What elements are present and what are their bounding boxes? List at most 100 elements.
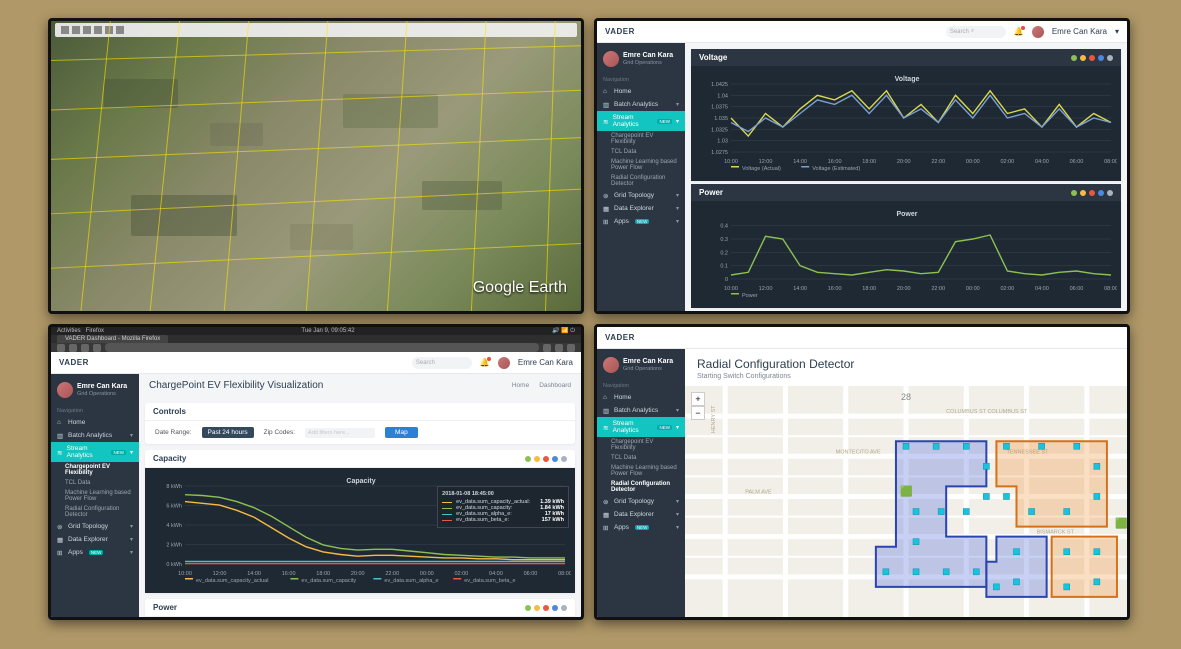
username[interactable]: Emre Can Kara bbox=[518, 358, 573, 367]
controls-title: Controls bbox=[153, 407, 186, 416]
grid-node[interactable] bbox=[938, 509, 944, 515]
search-input[interactable]: Search⌕ bbox=[946, 26, 1006, 38]
zip-input[interactable]: Add filters here... bbox=[305, 428, 375, 438]
avatar[interactable] bbox=[498, 357, 510, 369]
sidebar-item-batch[interactable]: ▥Batch Analytics▾ bbox=[597, 98, 685, 111]
sidebar-item-topology[interactable]: ⊚Grid Topology▾ bbox=[597, 495, 685, 508]
sidebar-item-apps[interactable]: ⊞Apps NEW▾ bbox=[51, 546, 139, 559]
breadcrumb[interactable]: Home bbox=[512, 382, 529, 389]
sidebar-item-batch[interactable]: ▥Batch Analytics▾ bbox=[597, 404, 685, 417]
grid-node[interactable] bbox=[1039, 443, 1045, 449]
grid-node[interactable] bbox=[1064, 549, 1070, 555]
sidebar-sub-radial[interactable]: Radial Configuration Detector bbox=[51, 504, 139, 520]
gnome-top-bar[interactable]: Activities Firefox Tue Jan 9, 09:05:42 🔊… bbox=[51, 327, 581, 335]
grid-node[interactable] bbox=[1064, 509, 1070, 515]
sidebar-item-batch[interactable]: ▥Batch Analytics▾ bbox=[51, 429, 139, 442]
grid-node[interactable] bbox=[963, 509, 969, 515]
sidebar-sub-tcl[interactable]: TCL Data bbox=[597, 453, 685, 463]
grid-node[interactable] bbox=[1013, 549, 1019, 555]
sidebar-sub-ml[interactable]: Machine Learning based Power Flow bbox=[597, 157, 685, 173]
sidebar-item-stream[interactable]: ≋Stream Analytics NEW▾ bbox=[597, 111, 685, 131]
grid-node[interactable] bbox=[1074, 443, 1080, 449]
grid-node[interactable] bbox=[973, 569, 979, 575]
zoom-in-button[interactable]: + bbox=[691, 392, 705, 406]
grid-node[interactable] bbox=[1064, 584, 1070, 590]
zoom-out-button[interactable]: − bbox=[691, 406, 705, 420]
bell-icon[interactable]: 🔔 bbox=[1014, 27, 1024, 37]
avatar[interactable] bbox=[1032, 26, 1044, 38]
address-bar[interactable] bbox=[105, 343, 539, 352]
sidebar-sub-chargepoint[interactable]: Chargepoint EV Flexibility bbox=[51, 462, 139, 478]
sidebar-item-topology[interactable]: ⊚Grid Topology▾ bbox=[597, 189, 685, 202]
search-input[interactable]: Search bbox=[412, 357, 472, 369]
grid-node[interactable] bbox=[983, 463, 989, 469]
browser-tab[interactable]: VADER Dashboard - Mozilla Firefox bbox=[57, 335, 168, 343]
grid-node[interactable] bbox=[1003, 493, 1009, 499]
sidebar-sub-radial[interactable]: Radial Configuration Detector bbox=[597, 479, 685, 495]
sidebar-sub-ml[interactable]: Machine Learning based Power Flow bbox=[597, 463, 685, 479]
google-earth-logo: Google Earth bbox=[473, 279, 567, 297]
grid-node[interactable] bbox=[963, 443, 969, 449]
sidebar-item-apps[interactable]: ⊞Apps NEW▾ bbox=[597, 521, 685, 534]
grid-node[interactable] bbox=[993, 584, 999, 590]
grid-node[interactable] bbox=[913, 539, 919, 545]
sidebar-item-explorer[interactable]: ▦Data Explorer▾ bbox=[597, 508, 685, 521]
sidebar-sub-radial[interactable]: Radial Configuration Detector bbox=[597, 173, 685, 189]
card-controls[interactable] bbox=[525, 605, 567, 611]
sidebar-item-explorer[interactable]: ▦Data Explorer▾ bbox=[51, 533, 139, 546]
feeder-zone-4[interactable] bbox=[1052, 537, 1117, 597]
substation-pin[interactable]: 🟩 bbox=[900, 484, 913, 497]
substation-pin[interactable]: 🟩 bbox=[1115, 517, 1127, 530]
sidebar-item-home[interactable]: ⌂Home bbox=[51, 416, 139, 429]
grid-node[interactable] bbox=[1094, 493, 1100, 499]
power-chart[interactable]: Power00.10.20.30.410:0012:0014:0016:0018… bbox=[691, 201, 1121, 308]
sidebar-item-topology[interactable]: ⊚Grid Topology▾ bbox=[51, 520, 139, 533]
sidebar-item-home[interactable]: ⌂Home bbox=[597, 391, 685, 404]
grid-node[interactable] bbox=[1013, 579, 1019, 585]
grid-node[interactable] bbox=[943, 569, 949, 575]
username[interactable]: Emre Can Kara bbox=[1052, 27, 1107, 36]
satellite-view[interactable]: Google Earth bbox=[51, 21, 581, 311]
browser-tabs[interactable]: VADER Dashboard - Mozilla Firefox bbox=[51, 335, 581, 343]
map-button[interactable]: Map bbox=[385, 427, 418, 438]
svg-text:12:00: 12:00 bbox=[759, 286, 773, 292]
card-controls[interactable] bbox=[1071, 190, 1113, 196]
card-controls[interactable] bbox=[525, 456, 567, 462]
sidebar-item-stream[interactable]: ≋Stream Analytics NEW▾ bbox=[51, 442, 139, 462]
grid-node[interactable] bbox=[1003, 443, 1009, 449]
grid-node[interactable] bbox=[933, 443, 939, 449]
date-range-select[interactable]: Past 24 hours bbox=[202, 427, 254, 438]
sidebar-item-stream[interactable]: ≋Stream Analytics NEW▾ bbox=[597, 417, 685, 437]
sidebar-sub-tcl[interactable]: TCL Data bbox=[51, 478, 139, 488]
browser-toolbar[interactable] bbox=[51, 343, 581, 352]
chevron-down-icon[interactable]: ▾ bbox=[1115, 27, 1119, 36]
sidebar-item-apps[interactable]: ⊞Apps NEW▾ bbox=[597, 215, 685, 228]
voltage-chart[interactable]: Voltage1.02751.031.03251.0351.03751.041.… bbox=[691, 66, 1121, 181]
grid-node[interactable] bbox=[913, 509, 919, 515]
sidebar-sub-ml[interactable]: Machine Learning based Power Flow bbox=[51, 488, 139, 504]
capacity-chart[interactable]: Capacity0 kWh2 kWh4 kWh6 kWh8 kWh10:0012… bbox=[145, 468, 575, 593]
feeder-zone-1[interactable] bbox=[876, 441, 987, 587]
card-controls[interactable] bbox=[1071, 55, 1113, 61]
grid-node[interactable] bbox=[903, 443, 909, 449]
sidebar: Emre Can KaraGrid Operations Navigation … bbox=[597, 349, 685, 617]
feeder-zone-3[interactable] bbox=[996, 441, 1107, 526]
grid-node[interactable] bbox=[913, 569, 919, 575]
pin-icon: ⊚ bbox=[57, 523, 64, 530]
grid-node[interactable] bbox=[883, 569, 889, 575]
grid-node[interactable] bbox=[1094, 579, 1100, 585]
grid-node[interactable] bbox=[1094, 549, 1100, 555]
sidebar-item-explorer[interactable]: ▦Data Explorer▾ bbox=[597, 202, 685, 215]
map-view[interactable]: + − bbox=[685, 386, 1127, 617]
sidebar-sub-chargepoint[interactable]: Chargepoint EV Flexibility bbox=[597, 131, 685, 147]
bell-icon[interactable]: 🔔 bbox=[480, 358, 490, 368]
system-tray[interactable]: 🔊 📶 ⏻ bbox=[552, 327, 575, 335]
grid-node[interactable] bbox=[1029, 509, 1035, 515]
grid-node[interactable] bbox=[1094, 463, 1100, 469]
sidebar-sub-tcl[interactable]: TCL Data bbox=[597, 147, 685, 157]
sidebar-sub-chargepoint[interactable]: Chargepoint EV Flexibility bbox=[597, 437, 685, 453]
grid-node[interactable] bbox=[983, 493, 989, 499]
svg-text:04:00: 04:00 bbox=[1035, 286, 1049, 292]
breadcrumb[interactable]: Dashboard bbox=[539, 382, 571, 389]
sidebar-item-home[interactable]: ⌂Home bbox=[597, 85, 685, 98]
